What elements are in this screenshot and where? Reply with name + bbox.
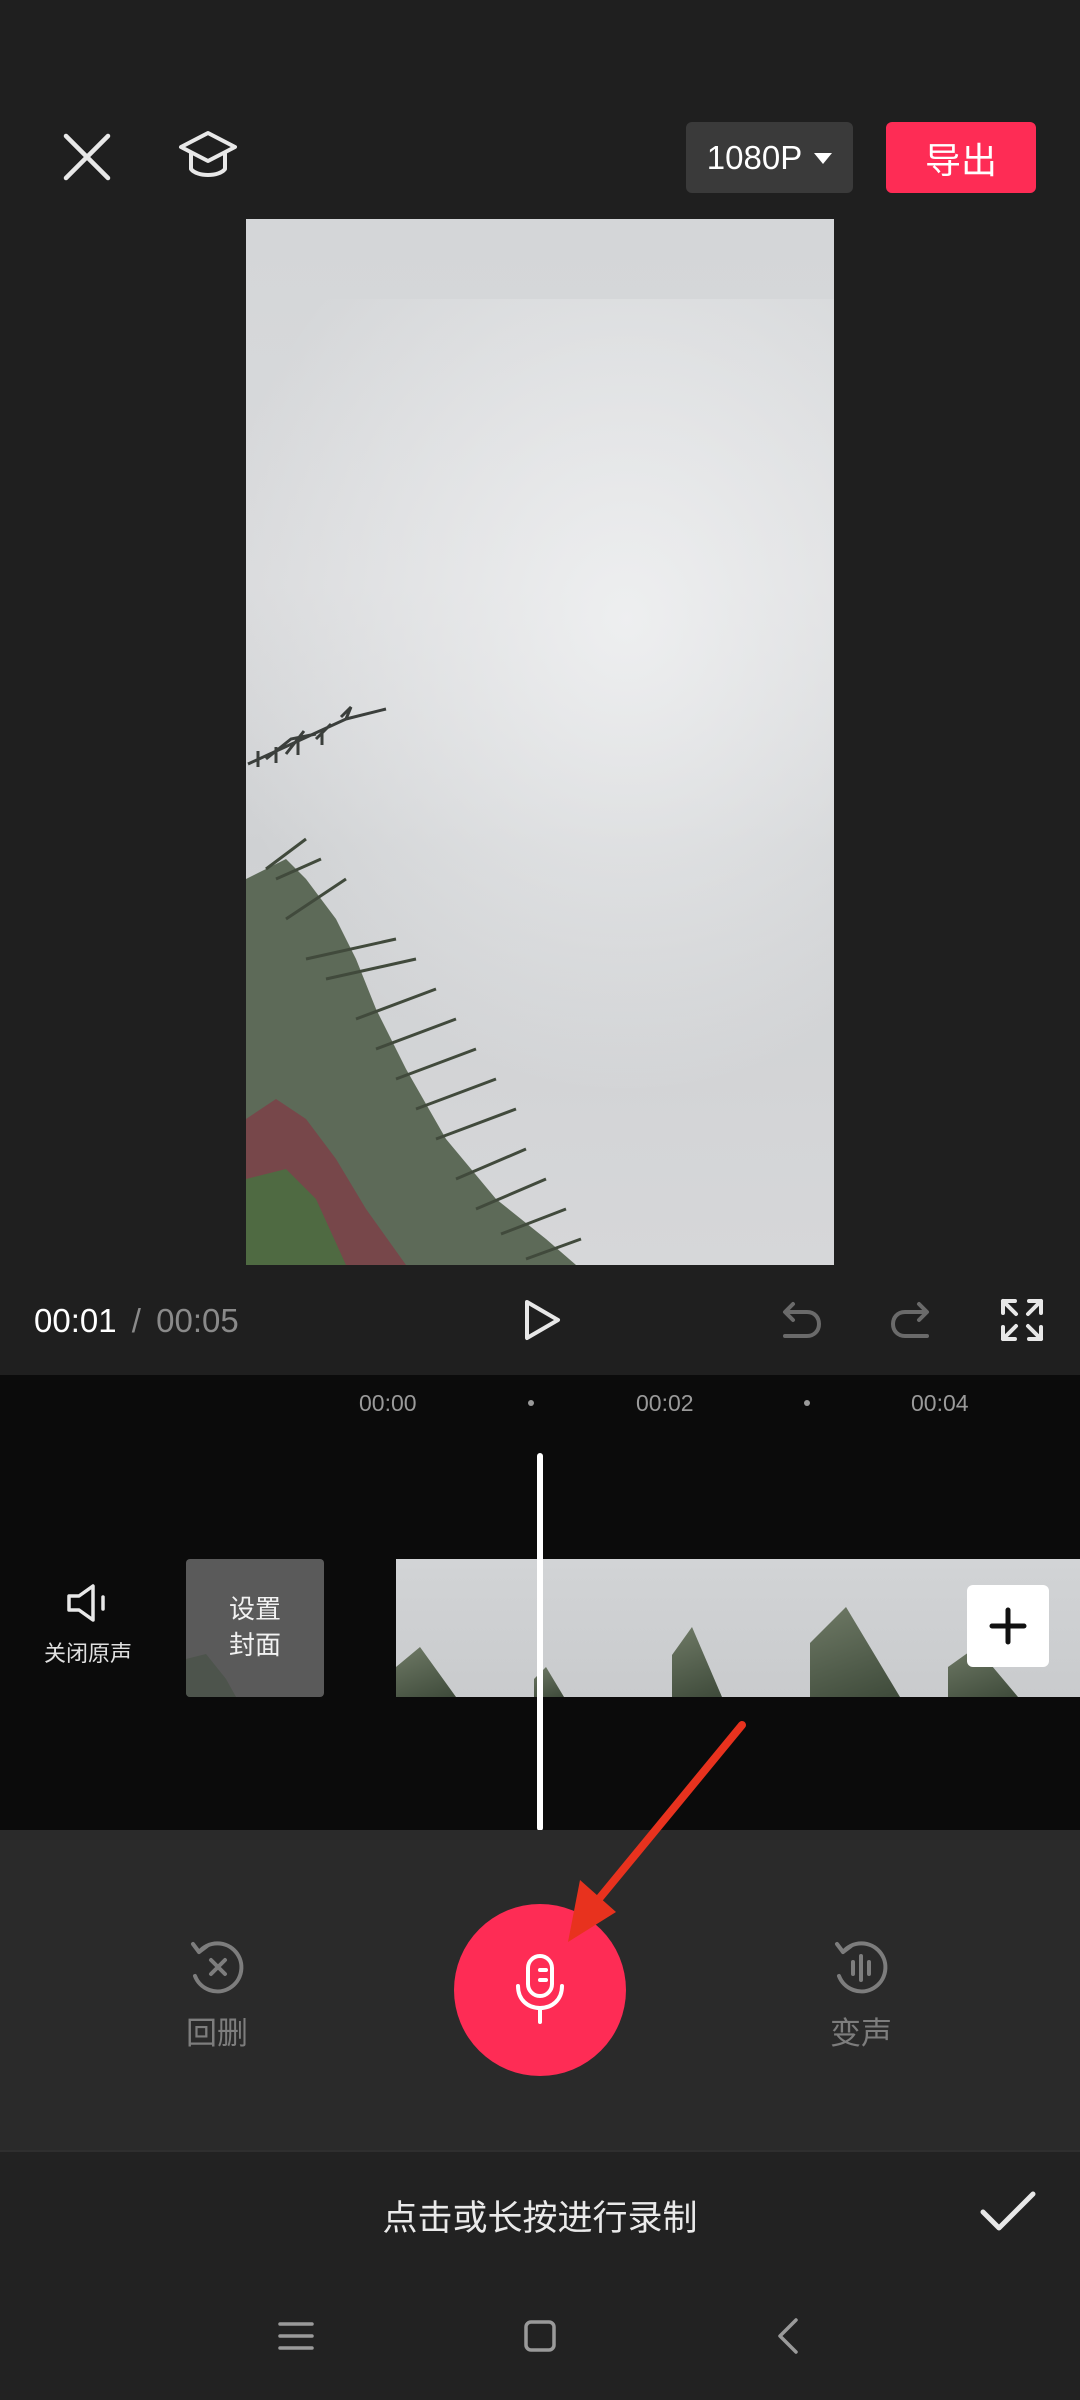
export-label: 导出 [924, 140, 997, 182]
tick-dot [528, 1400, 534, 1406]
play-icon [525, 1300, 560, 1340]
fullscreen-button[interactable] [994, 1292, 1050, 1348]
confirm-button[interactable] [976, 2180, 1040, 2244]
clip-frame [810, 1559, 948, 1697]
voice-change-icon [835, 1941, 888, 1994]
export-button[interactable]: 导出 [886, 122, 1036, 193]
nav-back-button[interactable] [760, 2308, 816, 2364]
rewind-delete-icon [191, 1941, 244, 1994]
preview-scenery [246, 705, 582, 1265]
tick-dot [804, 1400, 810, 1406]
time-tick: 00:02 [636, 1390, 694, 1416]
fullscreen-icon [1001, 1299, 1043, 1341]
total-time: 00:05 [156, 1302, 239, 1339]
set-cover-button[interactable]: 设置封面 [186, 1559, 324, 1697]
nav-menu-button[interactable] [268, 2308, 324, 2364]
menu-icon [278, 2322, 314, 2350]
voice-change-label: 变声 [830, 2016, 892, 2052]
video-preview[interactable] [246, 219, 834, 1265]
resolution-dropdown[interactable]: 1080P [686, 122, 853, 193]
close-button[interactable] [50, 120, 124, 194]
home-icon [524, 2320, 556, 2352]
rewind-delete-button[interactable]: 回删 [157, 1938, 277, 2053]
clip-frame [672, 1559, 810, 1697]
graduation-cap-icon [179, 131, 237, 177]
mute-label: 关闭原声 [43, 1642, 132, 1667]
record-button[interactable] [454, 1904, 626, 2076]
close-icon [63, 133, 111, 181]
redo-icon [890, 1302, 929, 1338]
undo-icon [783, 1302, 822, 1338]
time-separator: / [131, 1302, 141, 1339]
rewind-delete-label: 回删 [186, 2016, 248, 2052]
power-tower [247, 705, 387, 767]
play-button[interactable] [512, 1290, 572, 1350]
speaker-icon [67, 1584, 105, 1622]
mute-original-audio-button[interactable]: 关闭原声 [28, 1582, 148, 1672]
checkmark-icon [980, 2191, 1036, 2231]
nav-home-button[interactable] [512, 2308, 568, 2364]
time-tick: 00:00 [359, 1390, 417, 1416]
clip-frame [534, 1559, 672, 1697]
voice-change-button[interactable]: 变声 [801, 1938, 921, 2053]
add-clip-button[interactable] [967, 1585, 1049, 1667]
timecode: 00:01 / 00:05 [34, 1302, 239, 1340]
clip-frame [396, 1559, 534, 1697]
set-cover-label: 设置封面 [228, 1595, 281, 1661]
current-time: 00:01 [34, 1302, 117, 1339]
record-hint: 点击或长按进行录制 [382, 2199, 698, 2239]
redo-button[interactable] [884, 1292, 940, 1348]
plus-icon [989, 1607, 1027, 1645]
caret-down-icon [814, 153, 833, 164]
microphone-icon [516, 1954, 564, 2024]
playhead[interactable] [537, 1453, 543, 1831]
undo-button[interactable] [772, 1292, 828, 1348]
resolution-label: 1080P [706, 138, 803, 176]
tutorial-button[interactable] [168, 118, 248, 198]
back-icon [778, 2318, 798, 2354]
time-tick: 00:04 [911, 1390, 969, 1416]
